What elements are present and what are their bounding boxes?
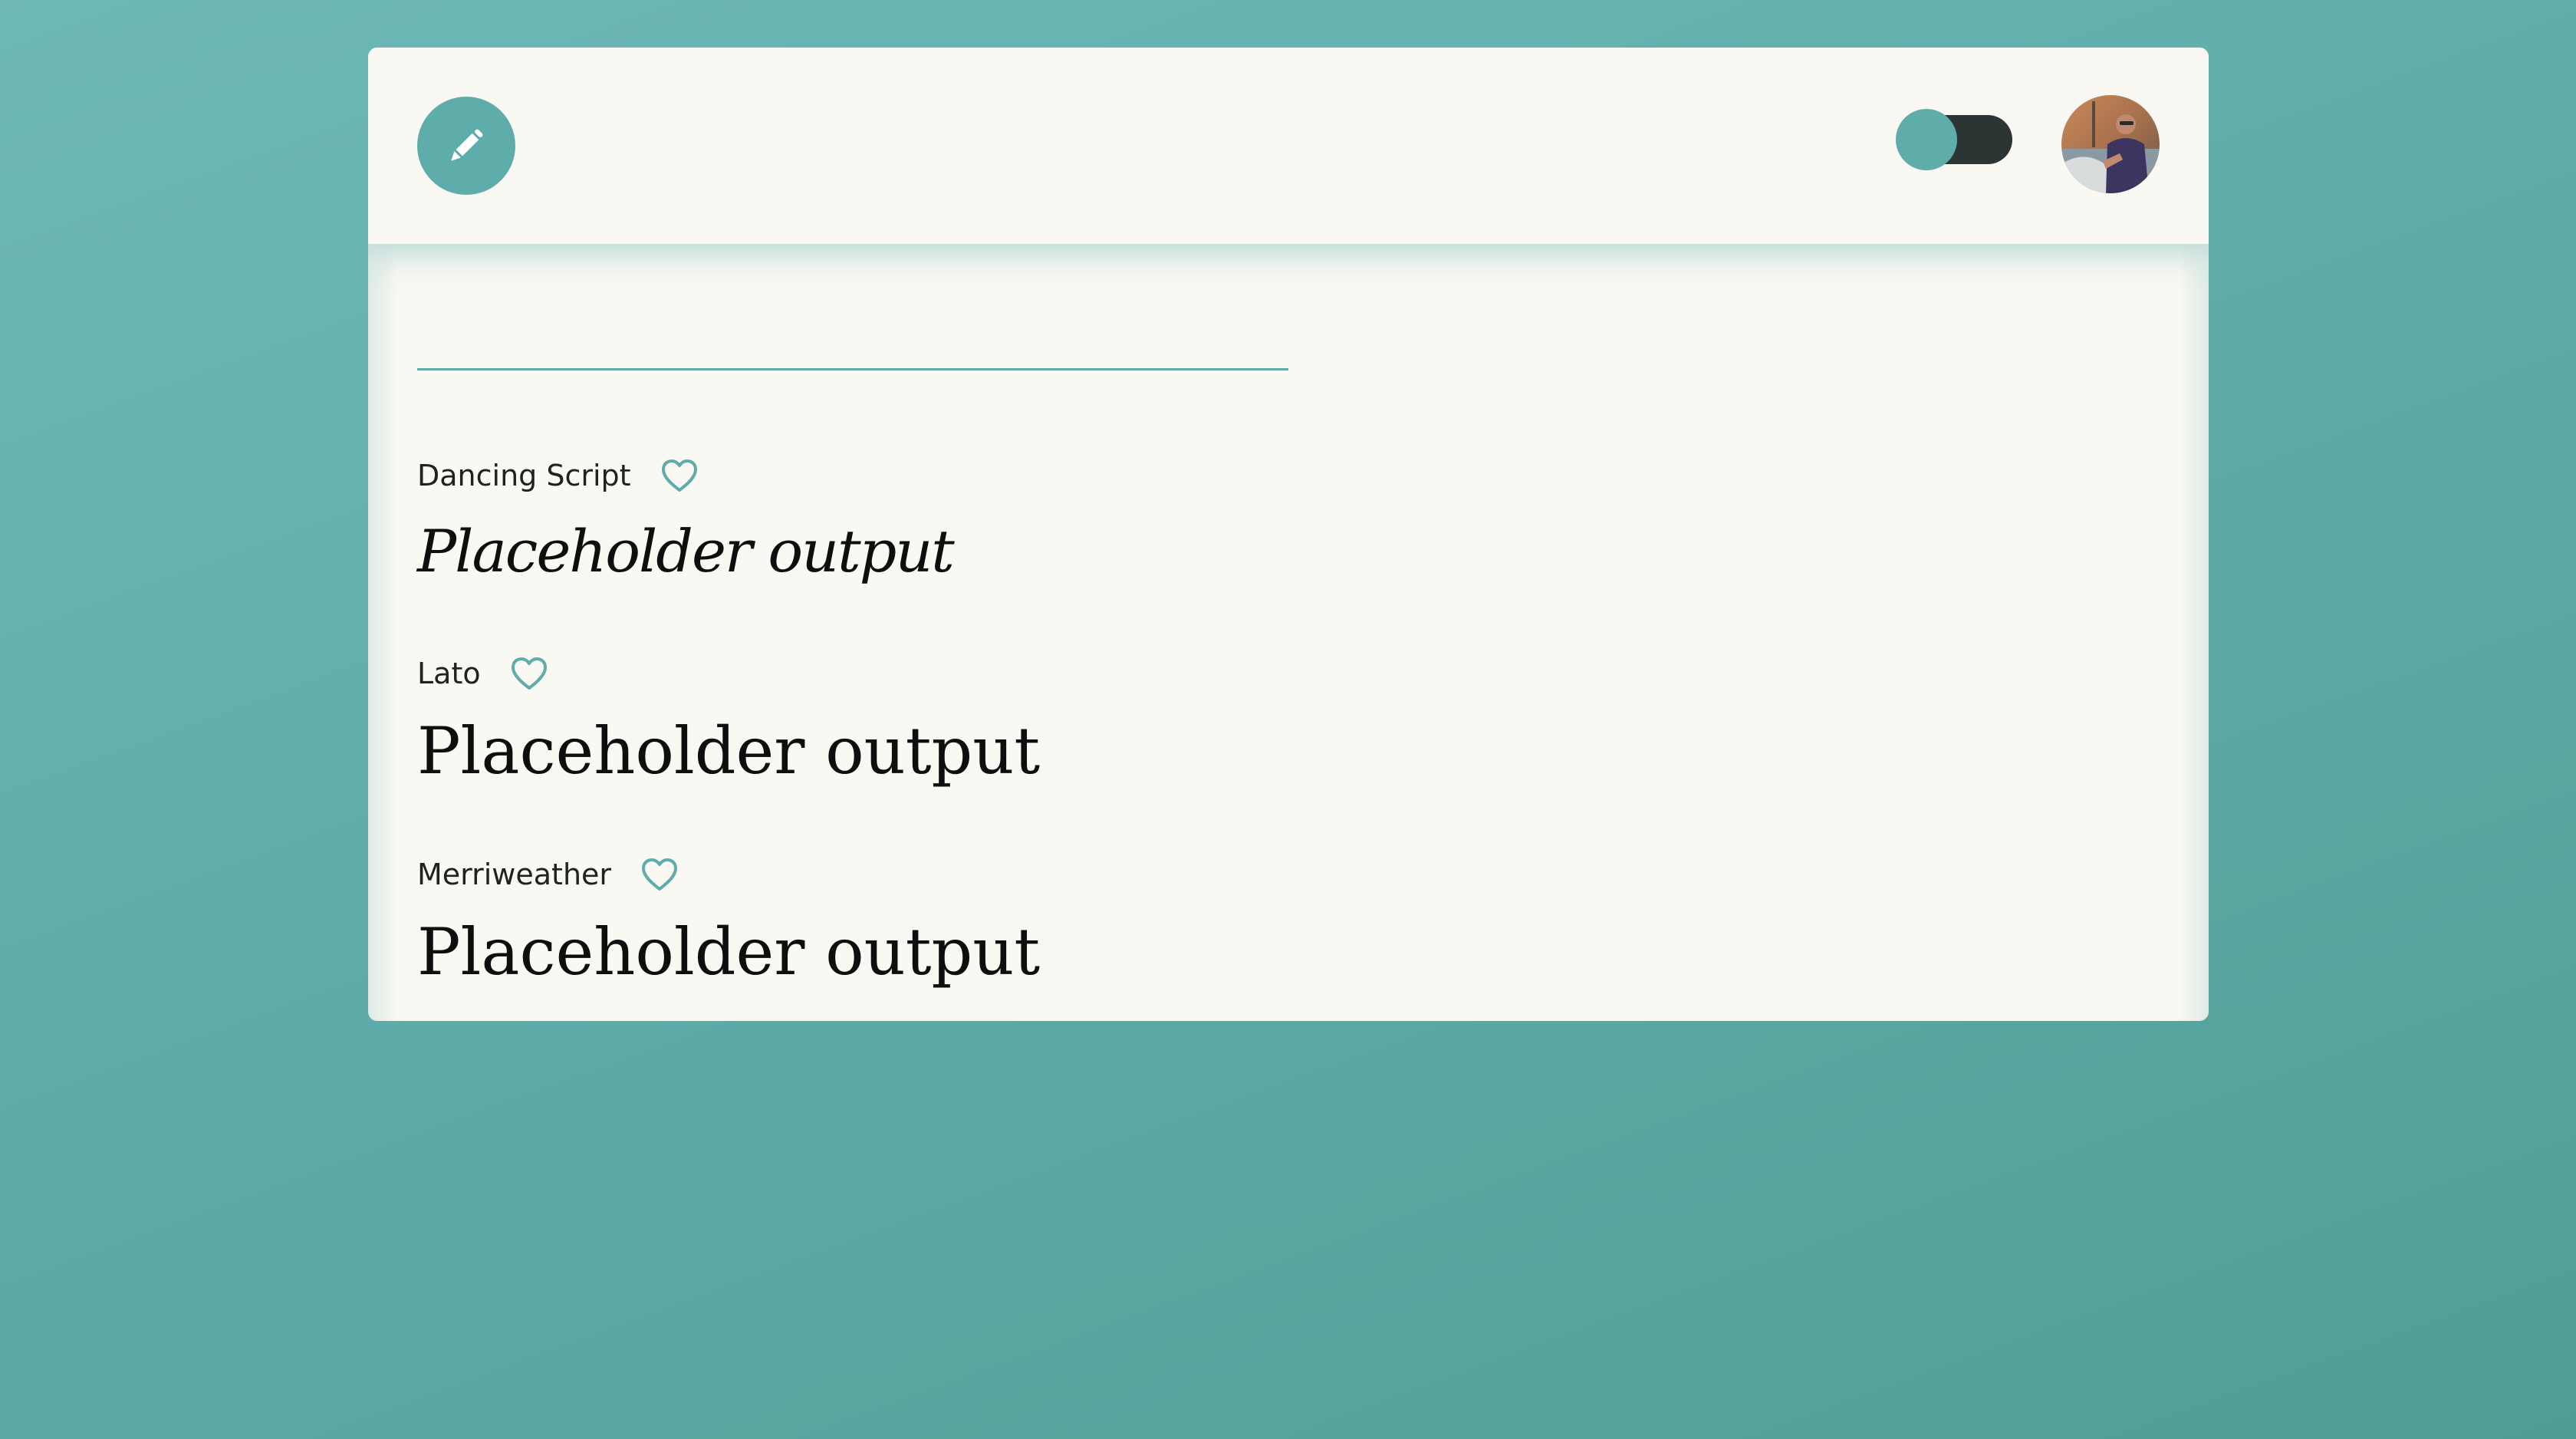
pencil-icon (451, 129, 483, 161)
font-entry-merriweather: Merriweather Placeholder output (417, 851, 1040, 990)
heart-outline-icon[interactable] (660, 458, 699, 493)
font-entry-lato: Lato Placeholder output (417, 650, 1040, 789)
font-entry-dancing-script: Dancing Script Placeholder output (417, 453, 955, 585)
avatar-image (2061, 95, 2160, 193)
font-name: Dancing Script (417, 459, 631, 492)
card-side-shade-left (368, 244, 399, 1021)
main-card: Dancing Script Placeholder output Lato P… (368, 48, 2209, 1021)
font-name-row: Dancing Script (417, 453, 953, 499)
card-side-shade-right (2178, 244, 2209, 1021)
font-search-input[interactable] (417, 368, 1288, 370)
font-list-content: Dancing Script Placeholder output Lato P… (417, 244, 2160, 1021)
font-name: Lato (417, 657, 481, 690)
font-preview: Placeholder output (417, 914, 1041, 990)
theme-toggle[interactable] (1896, 109, 2012, 170)
font-preview: Placeholder output (417, 713, 1041, 789)
user-avatar[interactable] (2061, 95, 2160, 193)
font-name-row: Merriweather (417, 851, 1040, 897)
toggle-knob[interactable] (1896, 109, 1957, 170)
font-name-row: Lato (417, 650, 1040, 696)
heart-outline-icon[interactable] (640, 857, 679, 892)
font-preview: Placeholder output (417, 517, 955, 585)
font-name: Merriweather (417, 858, 612, 891)
logo-button[interactable] (417, 97, 515, 195)
heart-outline-icon[interactable] (510, 656, 548, 691)
app-header (368, 48, 2209, 244)
